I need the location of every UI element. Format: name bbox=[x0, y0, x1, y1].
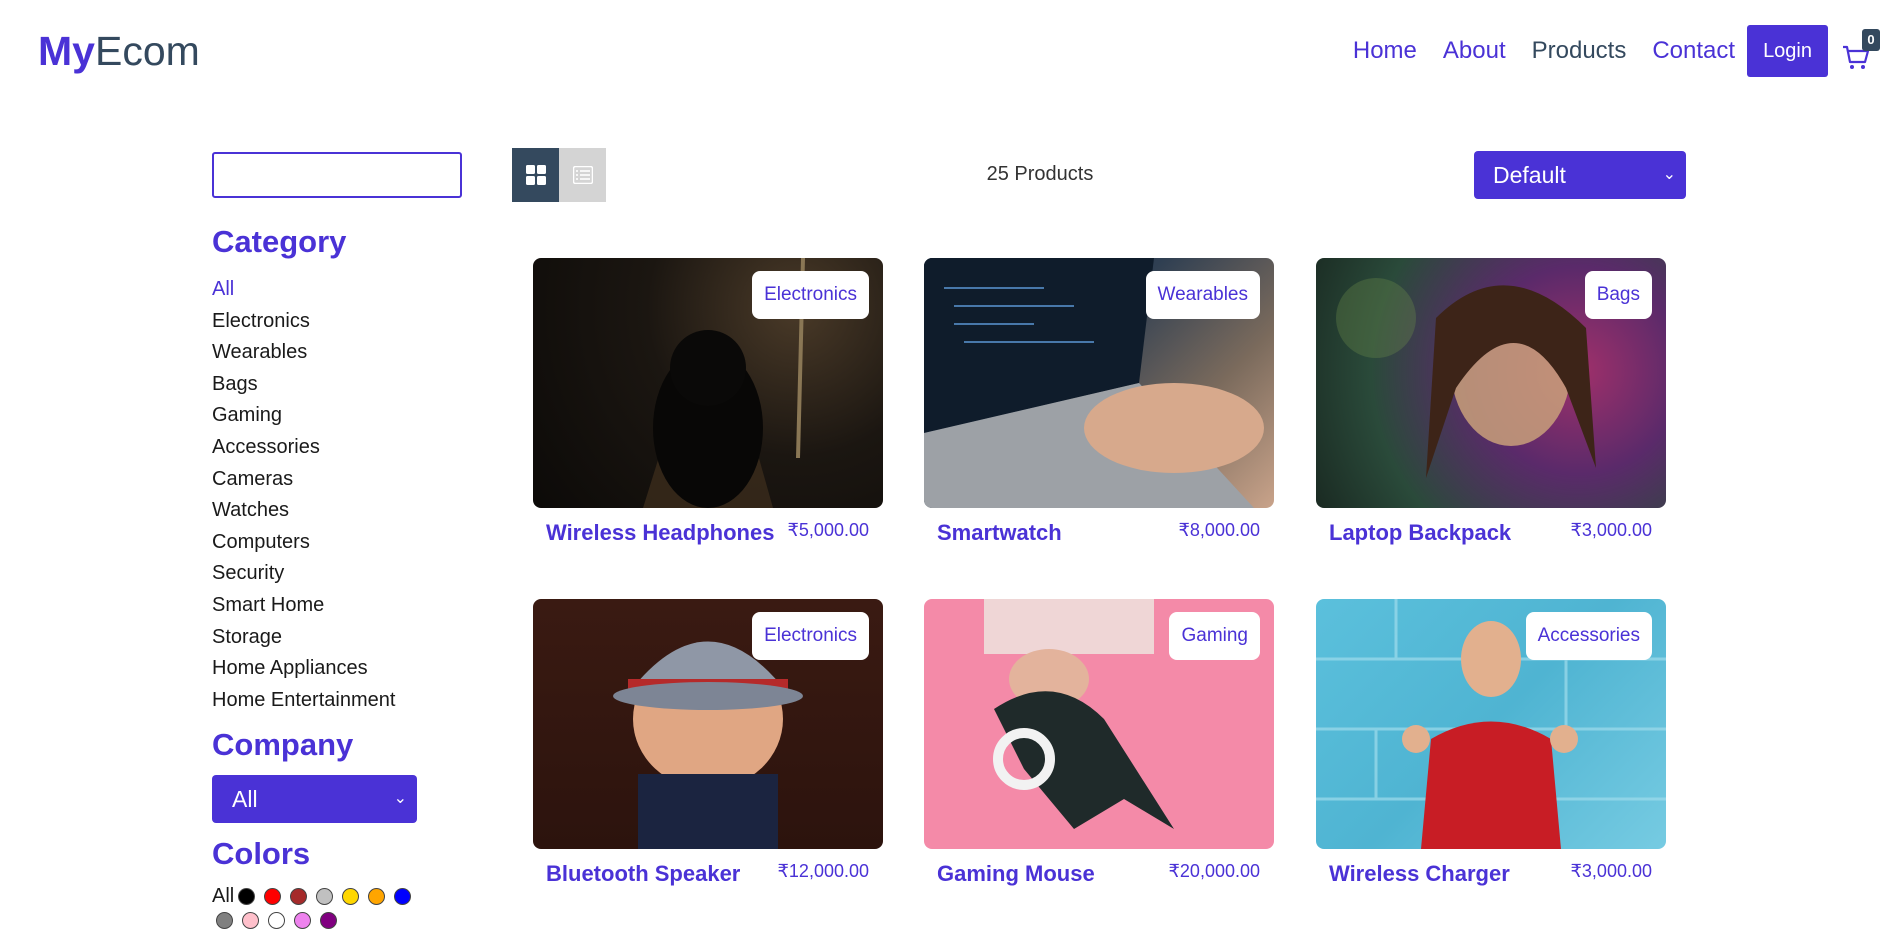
product-card[interactable]: Electronics Bluetooth Speaker ₹12,000.00 bbox=[533, 599, 883, 886]
list-view-button[interactable] bbox=[559, 148, 606, 202]
company-select[interactable]: All ⌄ bbox=[212, 775, 417, 823]
category-list: All Electronics Wearables Bags Gaming Ac… bbox=[212, 274, 395, 716]
color-swatch[interactable] bbox=[342, 888, 360, 905]
color-swatch[interactable] bbox=[316, 888, 334, 905]
product-price: ₹5,000.00 bbox=[787, 520, 869, 540]
category-item-computers[interactable]: Computers bbox=[212, 527, 395, 559]
category-item-accessories[interactable]: Accessories bbox=[212, 432, 395, 464]
color-all-option[interactable]: All bbox=[212, 885, 234, 908]
product-image: Wearables bbox=[924, 258, 1274, 508]
colors-heading: Colors bbox=[212, 836, 311, 871]
category-tag: Bags bbox=[1584, 271, 1652, 319]
nav-contact[interactable]: Contact bbox=[1652, 37, 1735, 65]
chevron-down-icon: ⌄ bbox=[393, 790, 407, 807]
product-name: Bluetooth Speaker bbox=[546, 861, 741, 886]
color-swatch[interactable] bbox=[264, 888, 282, 905]
product-price: ₹12,000.00 bbox=[777, 861, 869, 881]
product-image: Electronics bbox=[533, 258, 883, 508]
category-tag: Accessories bbox=[1525, 612, 1652, 660]
grid-icon bbox=[525, 165, 546, 185]
category-item-storage[interactable]: Storage bbox=[212, 622, 395, 654]
category-item-all[interactable]: All bbox=[212, 274, 395, 306]
category-item-cameras[interactable]: Cameras bbox=[212, 464, 395, 496]
product-price: ₹3,000.00 bbox=[1570, 520, 1652, 540]
list-icon bbox=[572, 166, 593, 184]
login-button[interactable]: Login bbox=[1747, 25, 1828, 77]
product-price: ₹3,000.00 bbox=[1570, 861, 1652, 881]
category-item-smart-home[interactable]: Smart Home bbox=[212, 590, 395, 622]
product-card[interactable]: Accessories Wireless Charger ₹3,000.00 bbox=[1316, 599, 1666, 886]
logo-bold: My bbox=[38, 28, 95, 74]
category-item-home-entertainment[interactable]: Home Entertainment bbox=[212, 685, 395, 717]
color-swatch[interactable] bbox=[238, 888, 256, 905]
view-toggle bbox=[512, 148, 606, 202]
category-item-watches[interactable]: Watches bbox=[212, 495, 395, 527]
cart-button[interactable]: 0 bbox=[1842, 29, 1880, 71]
product-image: Accessories bbox=[1316, 599, 1666, 849]
category-tag: Electronics bbox=[752, 612, 869, 660]
product-price: ₹20,000.00 bbox=[1168, 861, 1260, 881]
chevron-down-icon: ⌄ bbox=[1662, 166, 1676, 183]
product-card[interactable]: Gaming Gaming Mouse ₹20,000.00 bbox=[924, 599, 1274, 886]
category-item-wearables[interactable]: Wearables bbox=[212, 337, 395, 369]
product-name: Smartwatch bbox=[937, 520, 1062, 545]
company-select-value: All bbox=[232, 786, 258, 812]
category-item-gaming[interactable]: Gaming bbox=[212, 400, 395, 432]
sort-select[interactable]: Default ⌄ bbox=[1474, 151, 1686, 199]
product-card[interactable]: Wearables Smartwatch ₹8,000.00 bbox=[924, 258, 1274, 545]
logo-text: Ecom bbox=[94, 28, 200, 74]
product-card[interactable]: Electronics Wireless Headphones ₹5,000.0… bbox=[533, 258, 883, 545]
nav-products[interactable]: Products bbox=[1532, 37, 1627, 65]
grid-view-button[interactable] bbox=[512, 148, 559, 202]
product-image: Gaming bbox=[924, 599, 1274, 849]
cart-count-badge: 0 bbox=[1862, 29, 1880, 51]
product-image: Bags bbox=[1316, 258, 1666, 508]
company-heading: Company bbox=[212, 727, 354, 762]
search-input[interactable] bbox=[212, 152, 462, 198]
category-tag: Electronics bbox=[752, 271, 869, 319]
product-price: ₹8,000.00 bbox=[1178, 520, 1260, 540]
category-heading: Category bbox=[212, 224, 347, 259]
category-item-bags[interactable]: Bags bbox=[212, 369, 395, 401]
product-card[interactable]: Bags Laptop Backpack ₹3,000.00 bbox=[1316, 258, 1666, 545]
product-name: Wireless Charger bbox=[1329, 861, 1510, 886]
category-item-electronics[interactable]: Electronics bbox=[212, 306, 395, 338]
product-name: Laptop Backpack bbox=[1329, 520, 1512, 545]
color-filter: All bbox=[212, 885, 420, 908]
category-item-security[interactable]: Security bbox=[212, 558, 395, 590]
product-name: Gaming Mouse bbox=[937, 861, 1095, 886]
product-count: 25 Products bbox=[986, 163, 1094, 185]
category-tag: Gaming bbox=[1169, 612, 1260, 660]
category-tag: Wearables bbox=[1145, 271, 1260, 319]
nav-about[interactable]: About bbox=[1443, 37, 1506, 65]
product-name: Wireless Headphones bbox=[546, 520, 775, 545]
color-swatch[interactable] bbox=[290, 888, 308, 905]
color-swatch[interactable] bbox=[368, 888, 386, 905]
main-nav: Home About Products Contact Login 0 bbox=[1327, 25, 1880, 77]
sort-select-value: Default bbox=[1493, 162, 1566, 188]
brand-logo[interactable]: MyEcom bbox=[38, 26, 200, 76]
product-image: Electronics bbox=[533, 599, 883, 849]
nav-home[interactable]: Home bbox=[1353, 37, 1417, 65]
color-swatch[interactable] bbox=[394, 888, 412, 905]
category-item-home-appliances[interactable]: Home Appliances bbox=[212, 653, 395, 685]
